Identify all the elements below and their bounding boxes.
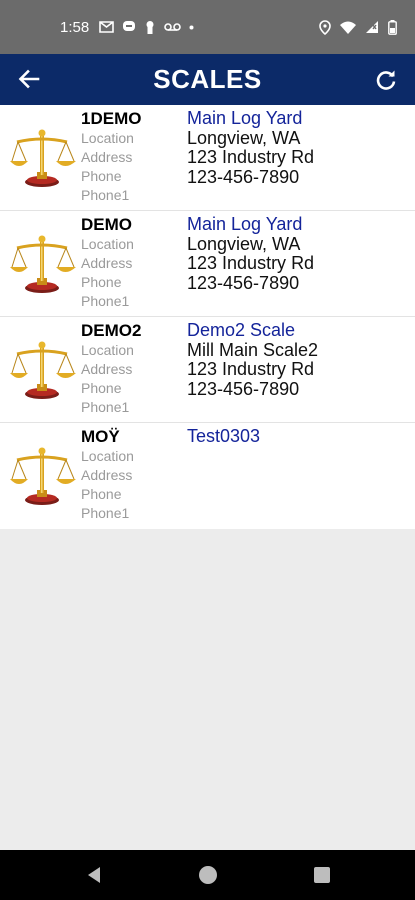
scale-info: Main Log Yard Longview, WA 123 Industry … bbox=[187, 108, 315, 187]
refresh-icon bbox=[376, 70, 396, 90]
label-address: Address bbox=[81, 467, 133, 483]
scale-name: Main Log Yard bbox=[187, 108, 303, 128]
scale-name: Main Log Yard bbox=[187, 214, 303, 234]
label-phone: Phone bbox=[81, 274, 122, 290]
scale-address: 123 Industry Rd bbox=[187, 359, 315, 379]
scale-phone: 123-456-7890 bbox=[187, 166, 300, 187]
dot-icon bbox=[189, 25, 194, 29]
status-icons-right bbox=[319, 19, 397, 35]
label-phone1: Phone1 bbox=[81, 293, 130, 309]
wifi-icon bbox=[340, 21, 356, 34]
label-location: Location bbox=[81, 130, 134, 146]
keyhole-icon bbox=[146, 20, 154, 34]
voicemail-icon bbox=[164, 23, 182, 31]
scale-info: Demo2 Scale Mill Main Scale2 123 Industr… bbox=[187, 320, 319, 399]
scale-list-item[interactable]: MOŸ Location Address Phone Phone1 Test03… bbox=[0, 423, 415, 529]
label-address: Address bbox=[81, 361, 133, 377]
scale-field-labels: Location Address Phone Phone1 bbox=[81, 235, 134, 311]
status-icons-left bbox=[99, 20, 194, 35]
gmail-icon bbox=[99, 21, 115, 33]
label-phone: Phone bbox=[81, 168, 122, 184]
status-time: 1:58 bbox=[60, 18, 90, 36]
back-triangle-icon bbox=[87, 867, 100, 883]
scale-field-labels: Location Address Phone Phone1 bbox=[81, 447, 134, 523]
scale-address: 123 Industry Rd bbox=[187, 147, 315, 167]
arrow-left-icon bbox=[18, 69, 40, 89]
scale-location: Mill Main Scale2 bbox=[187, 339, 319, 360]
label-phone: Phone bbox=[81, 486, 122, 502]
refresh-button[interactable] bbox=[371, 65, 401, 95]
scale-code: MOŸ bbox=[81, 427, 120, 446]
label-phone1: Phone1 bbox=[81, 187, 130, 203]
location-icon bbox=[319, 19, 331, 35]
scale-list-item[interactable]: DEMO2 Location Address Phone Phone1 Demo… bbox=[0, 317, 415, 423]
signal-icon bbox=[366, 21, 378, 33]
scales-of-justice-icon bbox=[10, 445, 76, 507]
scale-address: 123 Industry Rd bbox=[187, 253, 315, 273]
scales-list: 1DEMO Location Address Phone Phone1 Main… bbox=[0, 105, 415, 529]
scale-list-item[interactable]: 1DEMO Location Address Phone Phone1 Main… bbox=[0, 105, 415, 211]
scales-of-justice-icon bbox=[10, 127, 76, 189]
label-location: Location bbox=[81, 236, 134, 252]
scale-code: DEMO2 bbox=[81, 321, 142, 340]
label-phone1: Phone1 bbox=[81, 505, 130, 521]
recents-square-icon bbox=[313, 867, 330, 883]
scale-location: Longview, WA bbox=[187, 233, 301, 254]
label-location: Location bbox=[81, 448, 134, 464]
scale-phone: 123-456-7890 bbox=[187, 378, 300, 399]
app-bar: SCALES bbox=[0, 54, 415, 105]
scale-list-item[interactable]: DEMO Location Address Phone Phone1 Main … bbox=[0, 211, 415, 317]
nav-recents-button[interactable] bbox=[310, 863, 334, 887]
page-title: SCALES bbox=[153, 64, 262, 94]
chat-icon bbox=[123, 21, 136, 31]
home-circle-icon bbox=[198, 866, 217, 884]
label-address: Address bbox=[81, 149, 133, 165]
scales-of-justice-icon bbox=[10, 339, 76, 401]
scale-code: 1DEMO bbox=[81, 109, 142, 128]
scale-info: Main Log Yard Longview, WA 123 Industry … bbox=[187, 214, 315, 293]
scale-field-labels: Location Address Phone Phone1 bbox=[81, 341, 134, 417]
scale-location: Longview, WA bbox=[187, 127, 301, 148]
scale-info: Test0303 bbox=[187, 426, 261, 447]
scale-name: Demo2 Scale bbox=[187, 320, 296, 340]
back-button[interactable] bbox=[14, 64, 44, 94]
nav-back-button[interactable] bbox=[82, 863, 106, 887]
system-nav-bar bbox=[0, 850, 415, 900]
status-bar: 1:58 bbox=[0, 0, 415, 54]
scale-field-labels: Location Address Phone Phone1 bbox=[81, 129, 134, 205]
label-address: Address bbox=[81, 255, 133, 271]
nav-home-button[interactable] bbox=[196, 863, 220, 887]
scale-name: Test0303 bbox=[187, 426, 261, 446]
scales-of-justice-icon bbox=[10, 233, 76, 295]
battery-icon bbox=[388, 19, 397, 35]
label-phone1: Phone1 bbox=[81, 399, 130, 415]
scale-code: DEMO bbox=[81, 215, 132, 234]
label-location: Location bbox=[81, 342, 134, 358]
label-phone: Phone bbox=[81, 380, 122, 396]
scale-phone: 123-456-7890 bbox=[187, 272, 300, 293]
